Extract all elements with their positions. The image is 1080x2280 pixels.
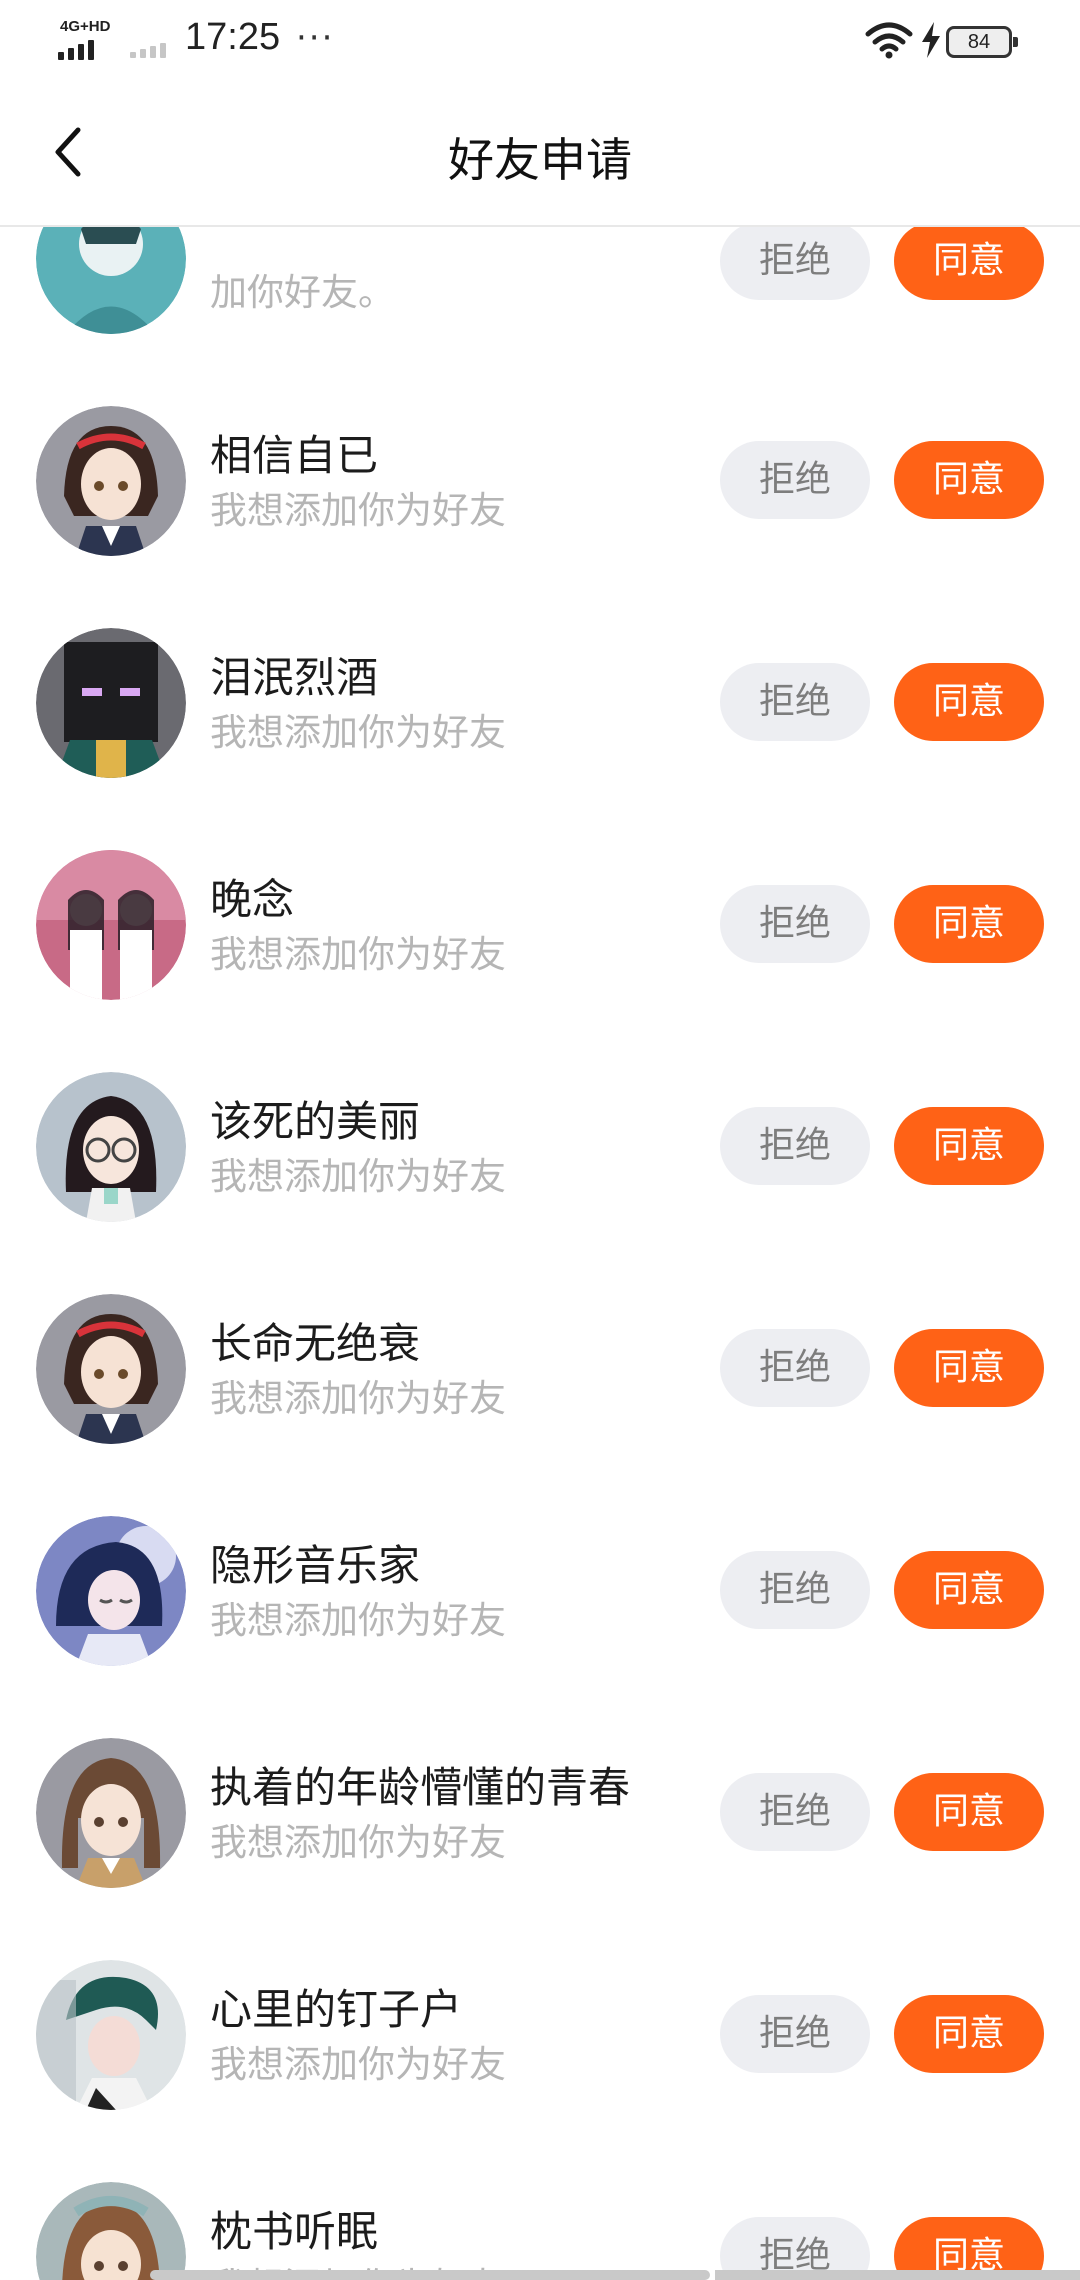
avatar[interactable] bbox=[36, 628, 186, 778]
reject-button[interactable]: 拒绝 bbox=[720, 885, 870, 963]
friend-requests-screen: 鬼尸 加你好友。 拒绝 同意 相信自已 我想添加你为好友 拒绝 同意 泪泯烈酒 … bbox=[0, 0, 1080, 2280]
home-indicator bbox=[150, 2270, 710, 2280]
request-message: 我想添加你为好友 bbox=[210, 1155, 506, 1198]
avatar[interactable] bbox=[36, 1294, 186, 1444]
accept-button[interactable]: 同意 bbox=[894, 441, 1044, 519]
requester-name: 长命无绝衰 bbox=[210, 1319, 421, 1368]
accept-button[interactable]: 同意 bbox=[894, 1773, 1044, 1851]
accept-button[interactable]: 同意 bbox=[894, 1551, 1044, 1629]
reject-button[interactable]: 拒绝 bbox=[720, 1329, 870, 1407]
accept-button[interactable]: 同意 bbox=[894, 222, 1044, 300]
friend-request-row: 泪泯烈酒 我想添加你为好友 拒绝 同意 bbox=[0, 594, 1080, 816]
friend-request-row: 枕书听眠 我想添加你为好友 拒绝 同意 bbox=[0, 2148, 1080, 2280]
reject-button[interactable]: 拒绝 bbox=[720, 1551, 870, 1629]
network-type-label: 4G+HD bbox=[60, 18, 111, 35]
request-message: 加你好友。 bbox=[210, 271, 395, 314]
friend-request-row: 该死的美丽 我想添加你为好友 拒绝 同意 bbox=[0, 1038, 1080, 1260]
request-message: 我想添加你为好友 bbox=[210, 1821, 506, 1864]
reject-button[interactable]: 拒绝 bbox=[720, 1107, 870, 1185]
reject-button[interactable]: 拒绝 bbox=[720, 1995, 870, 2073]
requester-name: 执着的年龄懵懂的青春 bbox=[210, 1763, 631, 1812]
request-message: 我想添加你为好友 bbox=[210, 489, 506, 532]
charging-icon bbox=[922, 22, 940, 58]
nav-header: 好友申请 bbox=[0, 80, 1080, 227]
friend-request-row: 心里的钉子户 我想添加你为好友 拒绝 同意 bbox=[0, 1926, 1080, 2148]
wifi-icon bbox=[865, 22, 913, 59]
friend-request-row: 长命无绝衰 我想添加你为好友 拒绝 同意 bbox=[0, 1260, 1080, 1482]
reject-button[interactable]: 拒绝 bbox=[720, 441, 870, 519]
avatar[interactable] bbox=[36, 850, 186, 1000]
accept-button[interactable]: 同意 bbox=[894, 1107, 1044, 1185]
request-message: 我想添加你为好友 bbox=[210, 711, 506, 754]
requester-name: 晚念 bbox=[210, 875, 295, 924]
request-message: 我想添加你为好友 bbox=[210, 1377, 506, 1420]
avatar[interactable] bbox=[36, 1072, 186, 1222]
requester-name: 泪泯烈酒 bbox=[210, 653, 379, 702]
battery-icon: 84 bbox=[946, 26, 1018, 58]
requester-name: 枕书听眠 bbox=[210, 2207, 379, 2256]
friend-request-list[interactable]: 鬼尸 加你好友。 拒绝 同意 相信自已 我想添加你为好友 拒绝 同意 泪泯烈酒 … bbox=[0, 0, 1080, 2280]
avatar[interactable] bbox=[36, 1516, 186, 1666]
more-notifications-icon: ··· bbox=[296, 18, 335, 58]
friend-request-row: 晚念 我想添加你为好友 拒绝 同意 bbox=[0, 816, 1080, 1038]
accept-button[interactable]: 同意 bbox=[894, 885, 1044, 963]
avatar[interactable] bbox=[36, 2182, 186, 2280]
requester-name: 隐形音乐家 bbox=[210, 1541, 421, 1590]
cellular-signal-icon: 4G+HD bbox=[58, 18, 110, 60]
reject-button[interactable]: 拒绝 bbox=[720, 1773, 870, 1851]
avatar[interactable] bbox=[36, 1960, 186, 2110]
request-message: 我想添加你为好友 bbox=[210, 1599, 506, 1642]
requester-name: 心里的钉子户 bbox=[210, 1985, 463, 2034]
page-title: 好友申请 bbox=[448, 133, 632, 187]
avatar[interactable] bbox=[36, 406, 186, 556]
reject-button[interactable]: 拒绝 bbox=[720, 222, 870, 300]
reject-button[interactable]: 拒绝 bbox=[720, 663, 870, 741]
friend-request-row: 隐形音乐家 我想添加你为好友 拒绝 同意 bbox=[0, 1482, 1080, 1704]
friend-request-row: 执着的年龄懵懂的青春 我想添加你为好友 拒绝 同意 bbox=[0, 1704, 1080, 1926]
clock: 17:25 bbox=[185, 16, 281, 58]
status-bar: 4G+HD 17:25 ··· 84 bbox=[0, 0, 1080, 80]
accept-button[interactable]: 同意 bbox=[894, 663, 1044, 741]
request-message: 我想添加你为好友 bbox=[210, 2043, 506, 2086]
home-indicator-secondary bbox=[715, 2270, 1080, 2280]
accept-button[interactable]: 同意 bbox=[894, 1995, 1044, 2073]
avatar[interactable] bbox=[36, 1738, 186, 1888]
accept-button[interactable]: 同意 bbox=[894, 1329, 1044, 1407]
friend-request-row: 相信自已 我想添加你为好友 拒绝 同意 bbox=[0, 372, 1080, 594]
requester-name: 该死的美丽 bbox=[210, 1097, 421, 1146]
secondary-signal-icon bbox=[130, 40, 166, 58]
requester-name: 相信自已 bbox=[210, 431, 379, 480]
request-message: 我想添加你为好友 bbox=[210, 933, 506, 976]
